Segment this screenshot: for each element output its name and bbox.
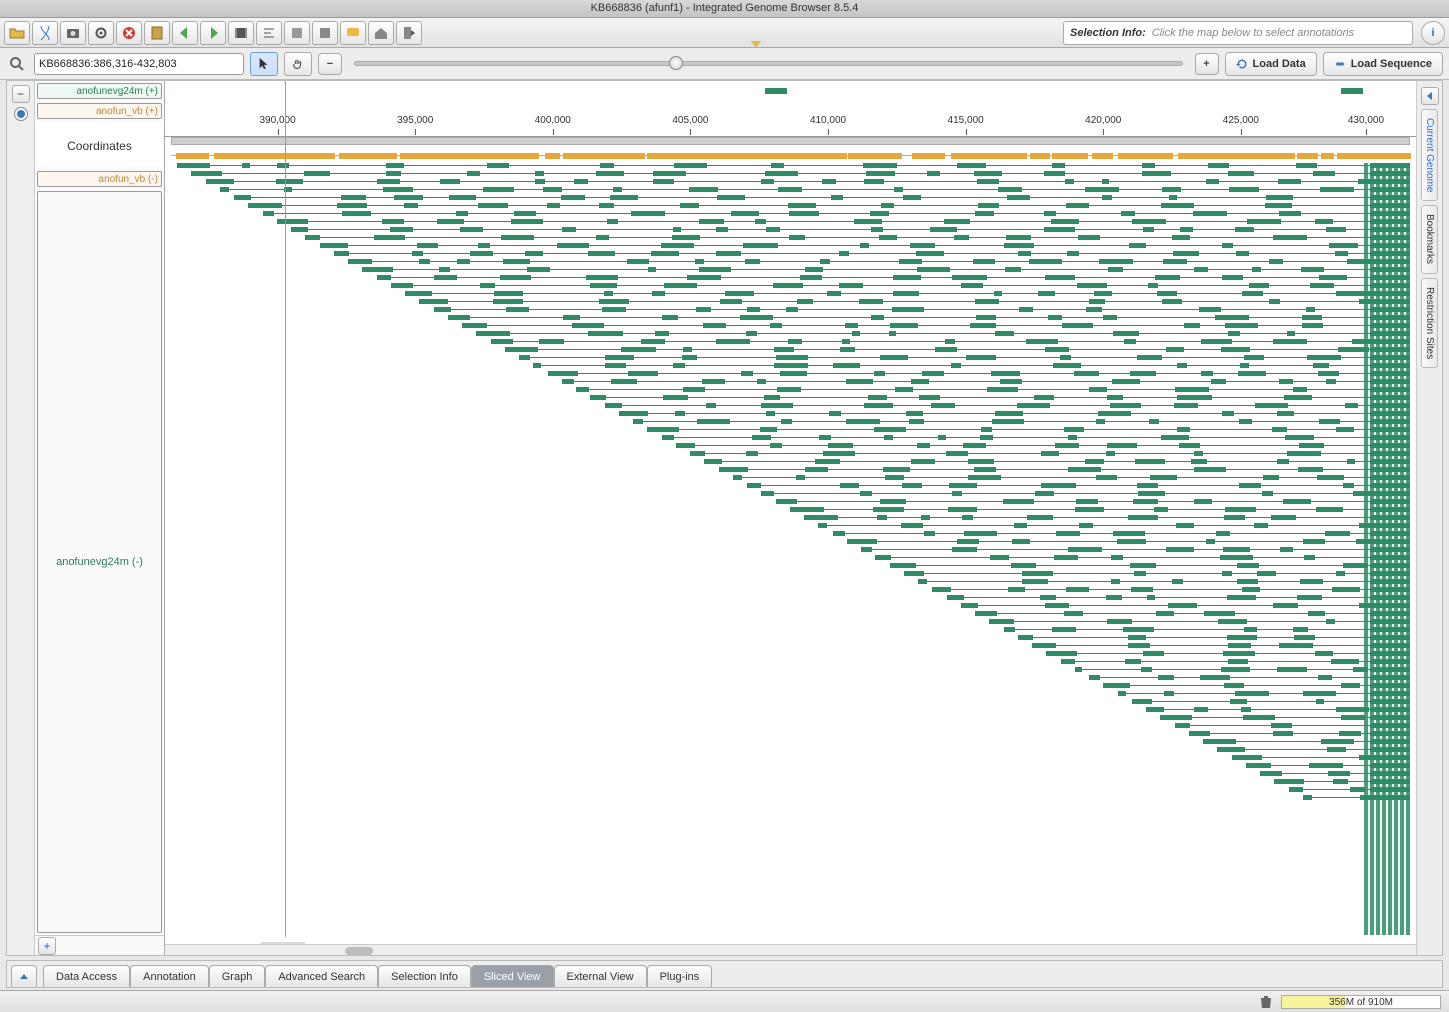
tab-data-access[interactable]: Data Access	[43, 965, 130, 987]
zoom-out-button[interactable]: −	[318, 53, 342, 75]
stop-button[interactable]	[116, 21, 142, 45]
zoom-in-button[interactable]: +	[1195, 53, 1219, 75]
info-icon[interactable]: i	[1421, 21, 1445, 45]
home-button[interactable]	[368, 21, 394, 45]
selection-info-hint: Click the map below to select annotation…	[1152, 27, 1354, 39]
right-tab-panel: Current Genome Bookmarks Restriction Sit…	[1416, 81, 1442, 955]
tab-plug-ins[interactable]: Plug-ins	[647, 965, 713, 987]
ruler-tick: 415,000	[948, 115, 984, 126]
forward-button[interactable]	[200, 21, 226, 45]
zoom-slider-thumb[interactable]	[669, 56, 683, 70]
gray-button-1[interactable]	[284, 21, 310, 45]
gray-button-2[interactable]	[312, 21, 338, 45]
right-tab-restriction-sites[interactable]: Restriction Sites	[1421, 278, 1438, 368]
feature-blip[interactable]	[1341, 88, 1363, 94]
add-track-button[interactable]: +	[38, 937, 56, 955]
main-toolbar: Selection Info: Click the map below to s…	[0, 18, 1449, 48]
snapshot-button[interactable]	[60, 21, 86, 45]
ruler-tick: 405,000	[672, 115, 708, 126]
coordinate-ruler: 390,000 395,000 400,000 405,000 410,000 415,0…	[165, 115, 1416, 137]
track-label-coordinates[interactable]: Coordinates	[37, 123, 162, 167]
load-data-label: Load Data	[1253, 58, 1306, 70]
right-tab-current-genome[interactable]: Current Genome	[1421, 109, 1438, 201]
settings-button[interactable]	[88, 21, 114, 45]
tab-external-view[interactable]: External View	[554, 965, 647, 987]
pan-tool[interactable]	[284, 52, 312, 76]
load-sequence-button[interactable]: Load Sequence	[1323, 52, 1443, 76]
main-panel: − anofunevg24m (+) anofun_vb (+) Coordin…	[6, 80, 1443, 956]
zoom-slider[interactable]	[348, 53, 1189, 75]
track-label-minus1[interactable]: anofun_vb (-)	[37, 171, 162, 187]
ruler-tick: 430,000	[1348, 115, 1384, 126]
bottom-panel-toggle[interactable]	[11, 965, 37, 987]
right-tab-bookmarks[interactable]: Bookmarks	[1421, 205, 1438, 273]
ruler-tick: 395,000	[397, 115, 433, 126]
back-button[interactable]	[172, 21, 198, 45]
tab-selection-info[interactable]: Selection Info	[378, 965, 471, 987]
horizontal-scrollbar[interactable]	[165, 944, 1416, 955]
ruler-tick: 390,000	[260, 115, 296, 126]
search-icon[interactable]	[6, 53, 28, 75]
cursor-position-line	[285, 81, 286, 937]
log-button[interactable]	[144, 21, 170, 45]
status-bar: 356M of 910M	[0, 990, 1449, 1012]
track-label-plus2[interactable]: anofun_vb (+)	[37, 103, 162, 119]
right-panel-toggle[interactable]	[1421, 87, 1439, 105]
collapse-minus-button[interactable]: −	[12, 85, 30, 103]
tab-annotation[interactable]: Annotation	[130, 965, 209, 987]
ruler-band	[171, 137, 1410, 145]
open-file-button[interactable]	[4, 21, 30, 45]
navigation-bar: − + Load Data Load Sequence	[0, 48, 1449, 80]
track-label-big[interactable]: anofunevg24m (-)	[37, 191, 162, 933]
film-button[interactable]	[228, 21, 254, 45]
genome-canvas[interactable]: 390,000 395,000 400,000 405,000 410,000 415,0…	[165, 81, 1416, 955]
ruler-tick: 400,000	[535, 115, 571, 126]
memory-bar: 356M of 910M	[1281, 995, 1441, 1009]
feature-blip[interactable]	[765, 88, 787, 94]
ruler-tick: 425,000	[1223, 115, 1259, 126]
plus-strand-track	[165, 85, 1416, 97]
annotation-track-orange[interactable]	[171, 151, 1410, 161]
tab-sliced-view[interactable]: Sliced View	[471, 965, 554, 987]
tab-advanced-search[interactable]: Advanced Search	[265, 965, 378, 987]
note-button[interactable]	[340, 21, 366, 45]
selection-info-box: Selection Info: Click the map below to s…	[1063, 21, 1413, 45]
track-radio[interactable]	[14, 107, 28, 121]
selection-info-label: Selection Info:	[1070, 27, 1146, 39]
dna-icon[interactable]	[32, 21, 58, 45]
memory-text: 356M of 910M	[1282, 996, 1440, 1008]
track-label-plus1[interactable]: anofunevg24m (+)	[37, 83, 162, 99]
ruler-tick: 420,000	[1085, 115, 1121, 126]
window-title-bar: KB668836 (afunf1) - Integrated Genome Br…	[0, 0, 1449, 18]
left-gutter: −	[7, 81, 35, 955]
load-sequence-label: Load Sequence	[1351, 58, 1432, 70]
load-data-button[interactable]: Load Data	[1225, 52, 1317, 76]
exit-button[interactable]	[396, 21, 422, 45]
scrollbar-thumb[interactable]	[345, 947, 373, 955]
coordinate-input[interactable]	[34, 53, 244, 75]
add-track-row: +	[35, 935, 164, 955]
pointer-tool[interactable]	[250, 52, 278, 76]
tab-graph[interactable]: Graph	[209, 965, 266, 987]
zoom-marker-icon	[751, 41, 761, 51]
ruler-tick: 410,000	[810, 115, 846, 126]
gc-trash-icon[interactable]	[1259, 995, 1273, 1009]
reads-track[interactable]	[171, 163, 1410, 935]
bottom-tab-bar: Data Access Annotation Graph Advanced Se…	[6, 960, 1443, 988]
align-button[interactable]	[256, 21, 282, 45]
track-label-panel: anofunevg24m (+) anofun_vb (+) Coordinat…	[35, 81, 165, 955]
window-title: KB668836 (afunf1) - Integrated Genome Br…	[591, 2, 859, 14]
